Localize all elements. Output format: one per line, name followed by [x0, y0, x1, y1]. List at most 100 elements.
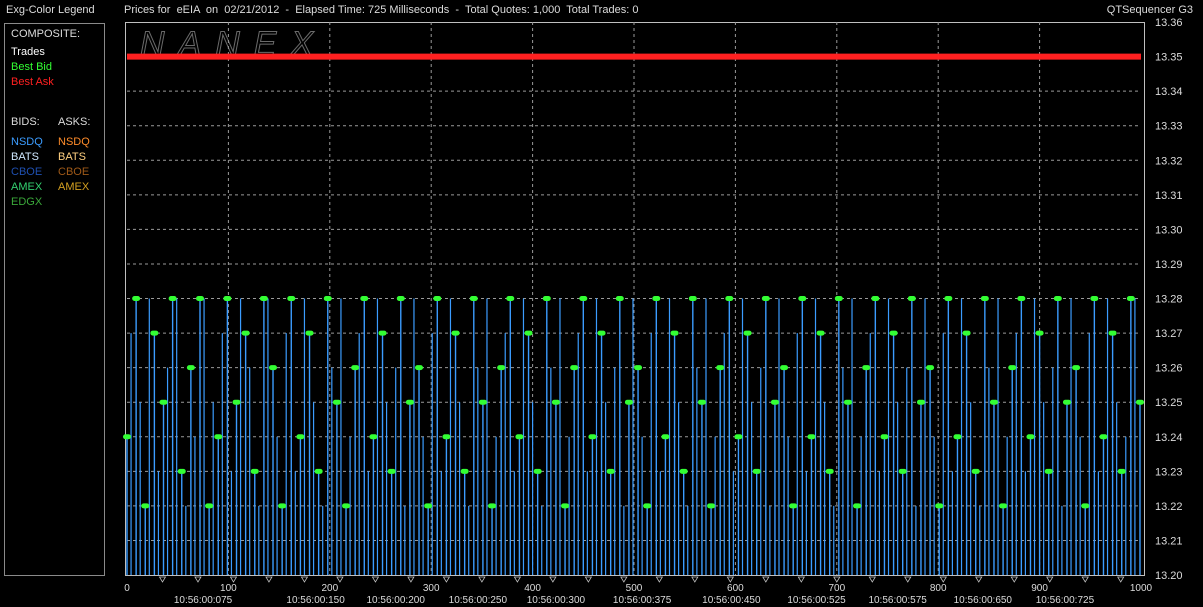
- best-bid-point: [1090, 296, 1099, 301]
- best-bid-point: [862, 365, 871, 371]
- best-bid-point: [259, 296, 268, 301]
- best-bid-point: [1126, 296, 1135, 301]
- y-tick-label: 13.22: [1155, 501, 1183, 513]
- best-bid-point: [670, 330, 679, 336]
- best-bid-point: [305, 330, 314, 336]
- best-bid-point: [223, 296, 232, 301]
- x-tick-label: 600: [727, 583, 744, 594]
- y-tick-label: 13.31: [1155, 190, 1183, 202]
- y-tick-label: 13.23: [1155, 466, 1183, 478]
- best-bid-point: [907, 296, 916, 301]
- best-bid-point: [1108, 330, 1117, 336]
- best-bid-point: [999, 503, 1008, 509]
- y-tick-label: 13.35: [1155, 52, 1183, 64]
- best-bid-point: [524, 330, 533, 336]
- time-label: 10:56:00:650: [954, 595, 1013, 606]
- y-tick-label: 13.21: [1155, 535, 1183, 547]
- best-bid-point: [132, 296, 141, 301]
- x-tick-label: 200: [321, 583, 338, 594]
- x-axis-marker: [229, 576, 238, 583]
- best-bid-point: [332, 399, 341, 405]
- best-bid-point: [597, 330, 606, 336]
- best-bid-point: [661, 434, 670, 440]
- x-axis-marker: [1046, 576, 1054, 583]
- x-axis-marker: [300, 576, 309, 583]
- time-label: 10:56:00:575: [868, 595, 927, 606]
- best-bid-point: [697, 399, 706, 405]
- y-tick-label: 13.36: [1155, 17, 1183, 29]
- time-label: 10:56:00:450: [702, 595, 761, 606]
- best-bid-point: [351, 365, 360, 371]
- best-bid-point: [871, 296, 880, 301]
- x-axis-marker: [371, 576, 380, 583]
- x-tick-label: 800: [930, 583, 947, 594]
- best-bid-point: [378, 330, 387, 336]
- y-tick-label: 13.25: [1155, 397, 1183, 409]
- best-bid-point: [624, 399, 633, 405]
- best-bid-point: [405, 399, 414, 405]
- x-axis-marker: [478, 576, 486, 583]
- best-bid-point: [1062, 399, 1071, 405]
- best-bid-point: [533, 468, 542, 474]
- time-label: 10:56:00:300: [527, 595, 586, 606]
- best-bid-point: [634, 365, 643, 371]
- best-bid-point: [168, 296, 177, 301]
- best-bid-point: [688, 296, 697, 301]
- best-bid-point: [141, 503, 150, 509]
- best-bid-point: [579, 296, 588, 301]
- best-bid-point: [241, 330, 250, 336]
- x-axis-marker: [584, 576, 593, 583]
- x-tick-label: 700: [828, 583, 845, 594]
- time-label: 10:56:00:375: [613, 595, 672, 606]
- best-bid-point: [342, 503, 351, 509]
- best-bid-point: [396, 296, 405, 301]
- x-axis-marker: [797, 576, 806, 583]
- best-bid-point: [214, 434, 223, 440]
- y-tick-label: 13.30: [1155, 224, 1183, 236]
- best-bid-point: [415, 365, 424, 371]
- best-bid-point: [515, 434, 524, 440]
- best-bid-point: [250, 468, 259, 474]
- best-bid-point: [469, 296, 478, 301]
- x-axis-marker: [265, 576, 273, 583]
- time-label: 10:56:00:200: [367, 595, 426, 606]
- best-bid-point: [770, 399, 779, 405]
- best-bid-point: [679, 468, 688, 474]
- y-tick-label: 13.24: [1155, 432, 1183, 444]
- best-bid-point: [1044, 468, 1053, 474]
- x-axis-marker: [1117, 576, 1125, 583]
- best-bid-point: [962, 330, 971, 336]
- x-axis-marker: [513, 576, 522, 583]
- best-bid-point: [780, 365, 789, 371]
- x-tick-label: 1000: [1130, 583, 1153, 594]
- y-tick-label: 13.26: [1155, 363, 1183, 375]
- x-tick-label: 0: [124, 583, 130, 594]
- best-bid-point: [1099, 434, 1108, 440]
- best-bid-point: [360, 296, 369, 301]
- best-bid-point: [926, 365, 935, 371]
- best-bid-point: [205, 503, 214, 509]
- x-axis-marker: [158, 576, 167, 583]
- y-tick-label: 13.33: [1155, 121, 1183, 133]
- best-bid-point: [488, 503, 497, 509]
- best-bid-point: [853, 503, 862, 509]
- best-bid-point: [1017, 296, 1026, 301]
- best-bid-point: [177, 468, 186, 474]
- best-bid-point: [807, 434, 816, 440]
- x-axis-marker: [655, 576, 664, 583]
- y-tick-label: 13.29: [1155, 259, 1183, 271]
- y-tick-label: 13.20: [1155, 570, 1183, 582]
- best-bid-point: [825, 468, 834, 474]
- best-bid-point: [916, 399, 925, 405]
- best-bid-point: [451, 330, 460, 336]
- best-bid-point: [1008, 365, 1017, 371]
- x-axis-marker: [939, 576, 947, 583]
- best-bid-point: [323, 296, 332, 301]
- best-bid-point: [734, 434, 743, 440]
- best-bid-point: [980, 296, 989, 301]
- best-bid-point: [497, 365, 506, 371]
- best-bid-point: [314, 468, 323, 474]
- best-bid-point: [643, 503, 652, 509]
- y-tick-label: 13.27: [1155, 328, 1183, 340]
- best-bid-point: [196, 296, 205, 301]
